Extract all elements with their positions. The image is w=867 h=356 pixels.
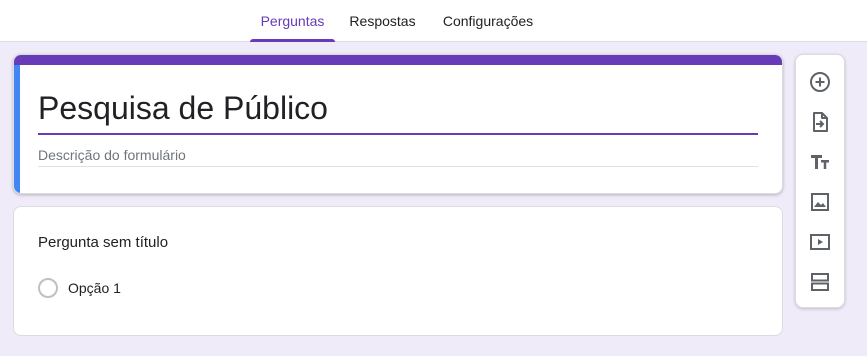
add-title-icon [808, 150, 832, 174]
floating-toolbar [795, 54, 845, 308]
option-label[interactable]: Opção 1 [68, 280, 121, 296]
add-image-icon [808, 190, 832, 214]
top-tab-bar: Perguntas Respostas Configurações [0, 0, 867, 42]
form-description-underline [38, 166, 758, 167]
tab-questions-label: Perguntas [260, 13, 325, 29]
add-title-button[interactable] [796, 142, 844, 182]
question-title[interactable]: Pergunta sem título [38, 234, 168, 251]
import-questions-icon [808, 110, 832, 134]
form-description-input[interactable]: Descrição do formulário [38, 145, 186, 165]
form-title-input[interactable]: Pesquisa de Público [38, 88, 328, 128]
tab-questions[interactable]: Perguntas [250, 0, 335, 42]
add-video-button[interactable] [796, 222, 844, 262]
import-questions-button[interactable] [796, 102, 844, 142]
form-title-underline [38, 133, 758, 135]
add-video-icon [808, 230, 832, 254]
form-title-card: Pesquisa de Público Descrição do formulá… [13, 54, 783, 194]
tab-settings-label: Configurações [442, 13, 534, 29]
active-tab-indicator [250, 39, 335, 42]
tab-settings[interactable]: Configurações [432, 0, 544, 42]
add-section-button[interactable] [796, 262, 844, 302]
add-image-button[interactable] [796, 182, 844, 222]
add-question-icon [808, 70, 832, 94]
radio-button[interactable] [38, 278, 58, 298]
title-card-top-accent [14, 55, 782, 65]
title-card-focus-accent [14, 65, 20, 193]
tab-responses[interactable]: Respostas [345, 0, 420, 42]
question-card[interactable]: Pergunta sem título Opção 1 [13, 206, 783, 336]
option-row[interactable]: Opção 1 [38, 277, 121, 299]
tab-responses-label: Respostas [349, 13, 416, 29]
add-section-icon [808, 270, 832, 294]
add-question-button[interactable] [796, 62, 844, 102]
